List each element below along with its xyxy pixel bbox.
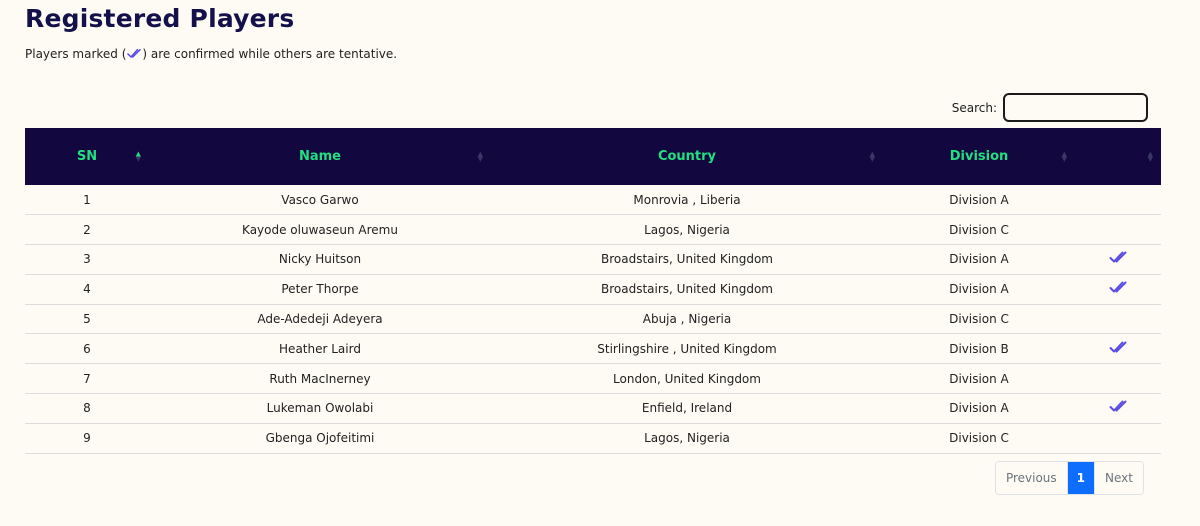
pagination: Previous 1 Next xyxy=(994,461,1144,495)
cell-division: Division C xyxy=(883,214,1075,246)
table-row: 7 Ruth MacInerney London, United Kingdom Di… xyxy=(25,363,1161,395)
cell-confirmed xyxy=(1075,214,1161,246)
table-row: 3 Nicky Huitson Broadstairs, United Kingdo… xyxy=(25,244,1161,275)
sort-arrows-icon: ▲ ▼ xyxy=(869,149,875,163)
cell-confirmed xyxy=(1075,244,1161,275)
cell-confirmed xyxy=(1075,185,1161,216)
double-check-icon xyxy=(1109,399,1127,414)
column-header-sn[interactable]: SN ▲ ▼ xyxy=(25,128,149,185)
cell-confirmed xyxy=(1075,274,1161,305)
cell-confirmed xyxy=(1075,363,1161,395)
sort-arrows-icon: ▲ ▼ xyxy=(135,149,141,163)
cell-name: Gbenga Ojofeitimi xyxy=(149,423,491,454)
cell-name: Nicky Huitson xyxy=(149,244,491,275)
cell-division: Division A xyxy=(883,274,1075,305)
cell-division: Division C xyxy=(883,304,1075,335)
cell-country: Lagos, Nigeria xyxy=(491,423,883,454)
double-check-icon xyxy=(127,48,142,60)
cell-name: Ade-Adedeji Adeyera xyxy=(149,304,491,335)
table-row: 9 Gbenga Ojofeitimi Lagos, Nigeria Division… xyxy=(25,423,1161,454)
double-check-icon xyxy=(1109,250,1127,265)
table-row: 4 Peter Thorpe Broadstairs, United Kingdom… xyxy=(25,274,1161,305)
cell-country: Broadstairs, United Kingdom xyxy=(491,274,883,305)
cell-division: Division A xyxy=(883,393,1075,424)
search-label: Search: xyxy=(951,100,997,115)
column-header-division[interactable]: Division ▲ ▼ xyxy=(883,128,1075,185)
search-box: Search: xyxy=(952,93,1148,122)
page-1-button[interactable]: 1 xyxy=(1067,462,1096,494)
cell-country: Broadstairs, United Kingdom xyxy=(491,244,883,275)
double-check-icon xyxy=(1109,340,1127,355)
column-header-confirmed[interactable]: ▲ ▼ xyxy=(1075,128,1161,185)
cell-country: Stirlingshire , United Kingdom xyxy=(491,333,883,365)
cell-name: Heather Laird xyxy=(149,333,491,365)
cell-sn: 3 xyxy=(25,244,149,275)
double-check-icon xyxy=(1109,280,1127,295)
cell-division: Division C xyxy=(883,423,1075,454)
cell-sn: 7 xyxy=(25,363,149,395)
cell-division: Division B xyxy=(883,333,1075,365)
column-header-country[interactable]: Country ▲ ▼ xyxy=(491,128,883,185)
column-header-name[interactable]: Name ▲ ▼ xyxy=(149,128,491,185)
table-row: 1 Vasco Garwo Monrovia , Liberia Division A xyxy=(25,185,1161,216)
table-row: 8 Lukeman Owolabi Enfield, Ireland Division… xyxy=(25,393,1161,424)
cell-name: Peter Thorpe xyxy=(149,274,491,305)
sort-arrows-icon: ▲ ▼ xyxy=(1061,149,1067,163)
table-row: 5 Ade-Adedeji Adeyera Abuja , Nigeria Divis… xyxy=(25,304,1161,335)
previous-page-button[interactable]: Previous xyxy=(995,462,1068,494)
cell-sn: 1 xyxy=(25,185,149,216)
page-title: Registered Players xyxy=(25,4,295,33)
confirmation-note: Players marked ( ) are confirmed while o… xyxy=(25,47,397,61)
cell-name: Vasco Garwo xyxy=(149,185,491,216)
search-input[interactable] xyxy=(1003,93,1148,122)
cell-country: London, United Kingdom xyxy=(491,363,883,395)
cell-confirmed xyxy=(1075,393,1161,424)
sort-arrows-icon: ▲ ▼ xyxy=(1147,149,1153,163)
table-row: 2 Kayode oluwaseun Aremu Lagos, Nigeria Div… xyxy=(25,214,1161,246)
cell-sn: 5 xyxy=(25,304,149,335)
note-text-after: ) are confirmed while others are tentati… xyxy=(142,47,398,61)
cell-confirmed xyxy=(1075,304,1161,335)
cell-sn: 9 xyxy=(25,423,149,454)
cell-name: Kayode oluwaseun Aremu xyxy=(149,214,491,246)
cell-division: Division A xyxy=(883,244,1075,275)
cell-country: Enfield, Ireland xyxy=(491,393,883,424)
cell-sn: 6 xyxy=(25,333,149,365)
cell-confirmed xyxy=(1075,333,1161,365)
table-header-row: SN ▲ ▼ Name ▲ ▼ Country ▲ ▼ Division ▲ ▼ ▲ ▼ xyxy=(25,128,1161,185)
cell-sn: 2 xyxy=(25,214,149,246)
cell-country: Abuja , Nigeria xyxy=(491,304,883,335)
cell-country: Lagos, Nigeria xyxy=(491,214,883,246)
cell-country: Monrovia , Liberia xyxy=(491,185,883,216)
sort-arrows-icon: ▲ ▼ xyxy=(477,149,483,163)
players-table: SN ▲ ▼ Name ▲ ▼ Country ▲ ▼ Division ▲ ▼ ▲ ▼ … xyxy=(25,128,1161,454)
cell-name: Ruth MacInerney xyxy=(149,363,491,395)
cell-sn: 4 xyxy=(25,274,149,305)
table-row: 6 Heather Laird Stirlingshire , United Kin… xyxy=(25,333,1161,365)
cell-division: Division A xyxy=(883,185,1075,216)
cell-sn: 8 xyxy=(25,393,149,424)
cell-confirmed xyxy=(1075,423,1161,454)
next-page-button[interactable]: Next xyxy=(1095,462,1143,494)
cell-name: Lukeman Owolabi xyxy=(149,393,491,424)
note-text-before: Players marked ( xyxy=(25,47,127,61)
table-body: 1 Vasco Garwo Monrovia , Liberia Division A… xyxy=(25,185,1161,454)
cell-division: Division A xyxy=(883,363,1075,395)
